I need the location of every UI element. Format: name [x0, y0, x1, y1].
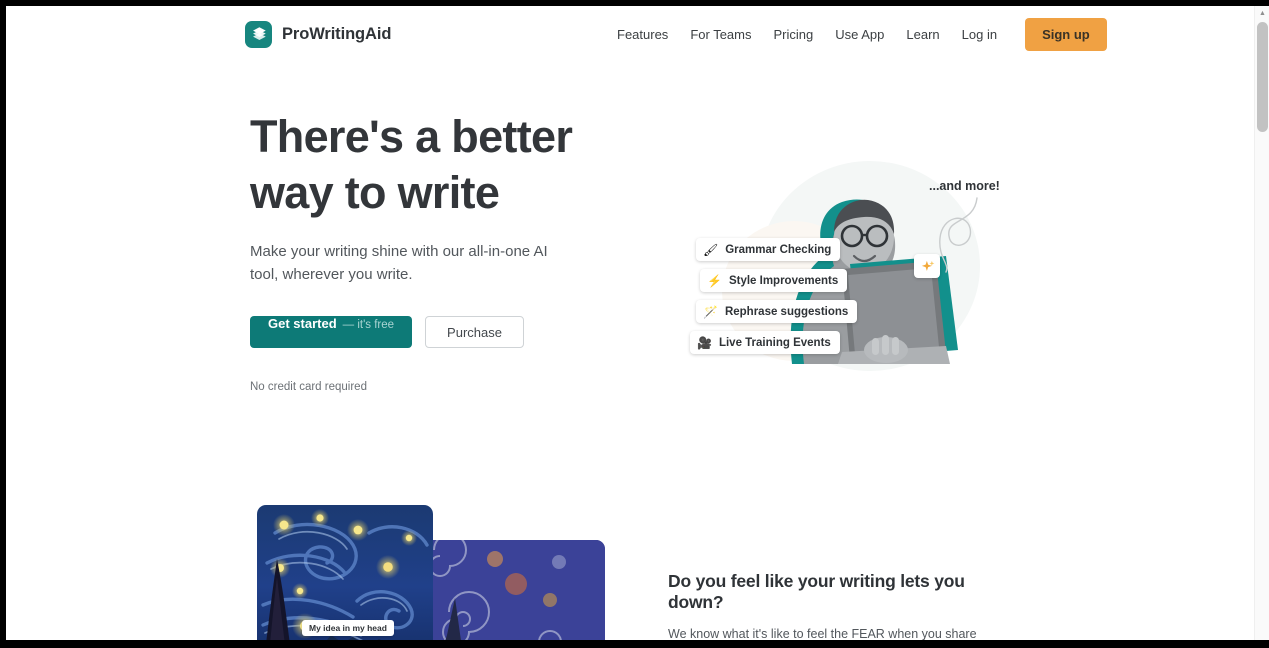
nav-item-for-teams[interactable]: For Teams — [679, 21, 762, 48]
feature-pill-live-training-events: 🎥 Live Training Events — [690, 331, 840, 354]
page-surface: ProWritingAid Features For Teams Pricing… — [6, 6, 1269, 640]
and-more-label: ...and more! — [929, 179, 1000, 193]
feature-pill-grammar-checking: 🖌 Grammar Checking — [696, 238, 841, 261]
vertical-scrollbar[interactable]: ▲ — [1254, 6, 1269, 640]
hero-title: There's a better way to write — [250, 111, 573, 218]
sign-up-button[interactable]: Sign up — [1025, 17, 1107, 51]
magic-wand-icon: 🪄 — [703, 304, 718, 319]
hero-illustration: ...and more! 🖌 Grammar Checking ⚡ Style … — [674, 106, 1019, 401]
nav-item-features[interactable]: Features — [606, 21, 679, 48]
brush-icon: 🖌 — [703, 242, 719, 257]
prowritingaid-logo-icon — [245, 20, 272, 48]
starry-night-illustration-block: My idea in my head — [257, 505, 605, 640]
scrollbar-up-arrow[interactable]: ▲ — [1255, 6, 1269, 20]
lower-section-body: We know what it's like to feel the FEAR … — [668, 627, 977, 640]
sparkle-icon — [921, 260, 934, 271]
feature-pill-label: Live Training Events — [718, 336, 831, 349]
hero-section: There's a better way to write Make your … — [250, 109, 630, 393]
get-started-label: Get started — [268, 316, 337, 331]
brand-logo-link[interactable]: ProWritingAid — [245, 20, 392, 48]
main-navigation: Features For Teams Pricing Use App Learn… — [606, 17, 1107, 51]
feature-pill-rephrase-suggestions: 🪄 Rephrase suggestions — [696, 300, 858, 323]
simplified-idea-card — [419, 540, 605, 640]
page-canvas: ProWritingAid Features For Teams Pricing… — [6, 6, 1254, 640]
hero-subtitle: Make your writing shine with our all-in-… — [250, 243, 548, 283]
nav-item-use-app[interactable]: Use App — [824, 21, 895, 48]
idea-caption-label: My idea in my head — [302, 620, 394, 636]
feature-pill-label: Grammar Checking — [725, 243, 832, 256]
browser-window: ProWritingAid Features For Teams Pricing… — [0, 0, 1269, 648]
video-camera-icon: 🎥 — [697, 335, 712, 350]
scrollbar-thumb[interactable] — [1257, 22, 1268, 132]
lightning-icon: ⚡ — [707, 273, 722, 288]
hero-cta-group: Get started — it's free Purchase — [250, 316, 630, 348]
get-started-note: — it's free — [342, 319, 395, 331]
feature-pill-label: Rephrase suggestions — [724, 305, 849, 318]
sparkle-badge — [914, 254, 940, 278]
nav-item-learn[interactable]: Learn — [895, 21, 950, 48]
feature-pill-style-improvements: ⚡ Style Improvements — [700, 269, 848, 292]
lower-section-heading: Do you feel like your writing lets you d… — [668, 571, 965, 612]
get-started-button[interactable]: Get started — it's free — [250, 316, 413, 348]
lower-content-section: Do you feel like your writing lets you d… — [668, 571, 1013, 640]
site-header: ProWritingAid Features For Teams Pricing… — [6, 6, 1254, 62]
brand-name: ProWritingAid — [282, 24, 392, 43]
nav-item-log-in[interactable]: Log in — [951, 21, 1008, 48]
feature-pill-label: Style Improvements — [728, 274, 839, 287]
nav-item-pricing[interactable]: Pricing — [762, 21, 824, 48]
no-credit-card-note: No credit card required — [250, 381, 367, 393]
doodle-card-artwork — [419, 540, 605, 640]
purchase-button[interactable]: Purchase — [425, 316, 524, 348]
